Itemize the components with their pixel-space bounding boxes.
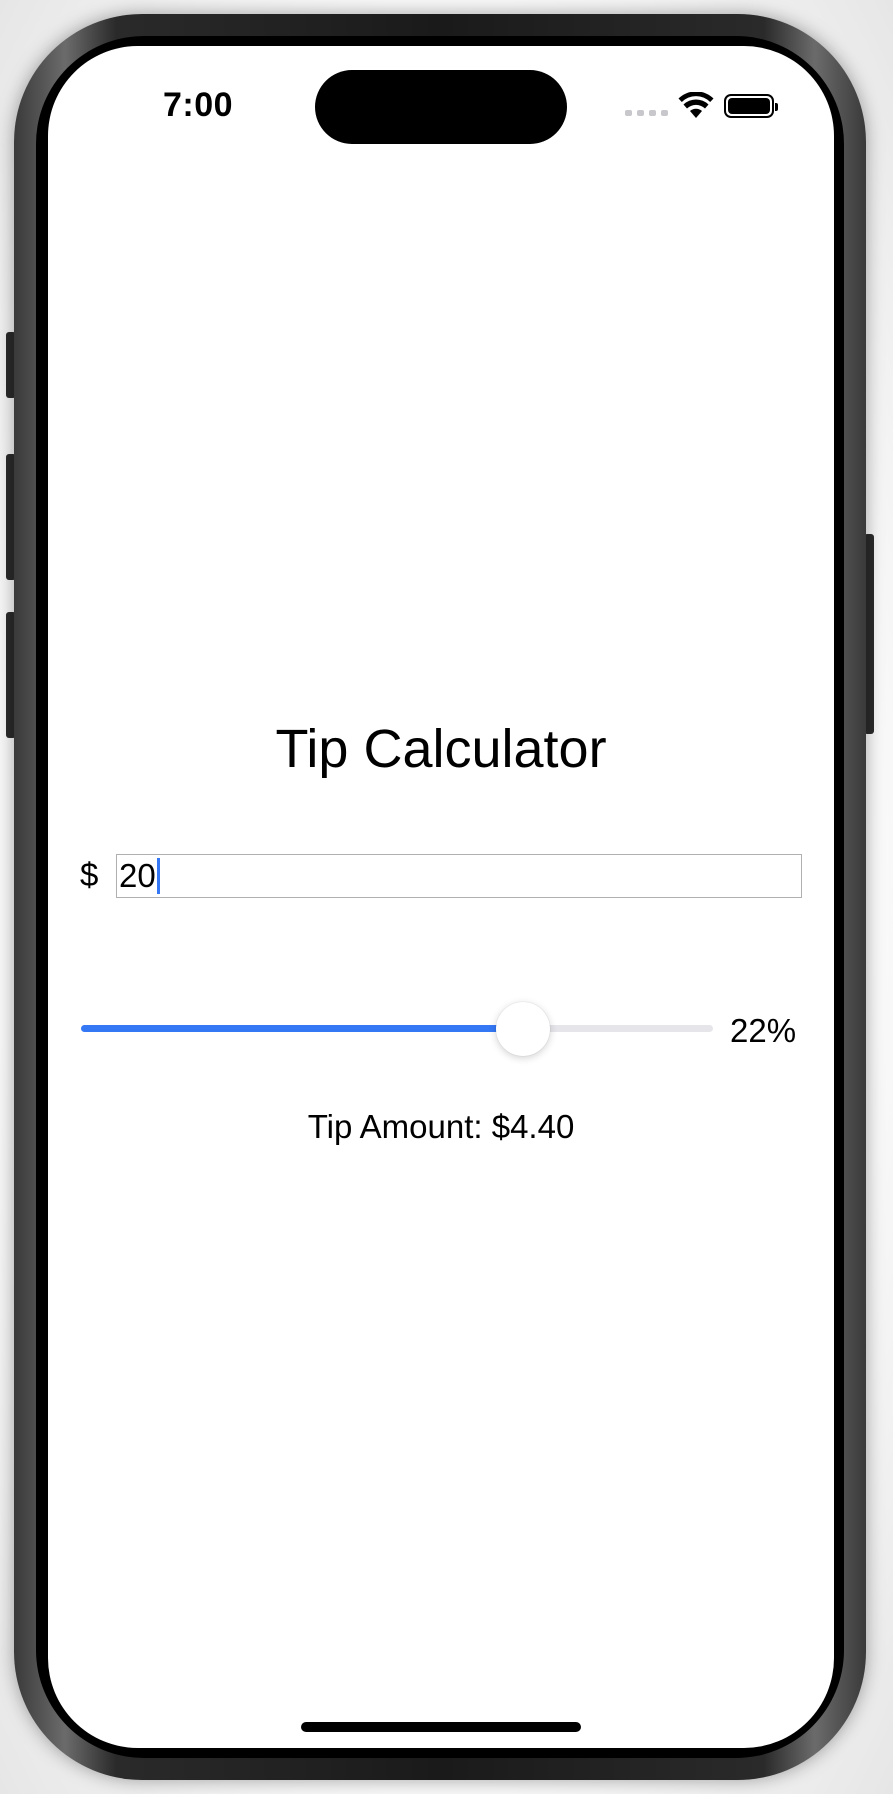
dynamic-island [315, 70, 567, 144]
device-stage: 7:00 Tip Calculator $ 20 22% Tip Amount:… [0, 0, 893, 1794]
signal-icon [625, 110, 668, 116]
status-icons [625, 92, 778, 120]
currency-symbol: $ [80, 856, 99, 893]
text-caret [156, 858, 160, 894]
slider-fill [81, 1025, 524, 1032]
status-time: 7:00 [162, 86, 234, 124]
tip-percent-slider[interactable] [81, 1000, 713, 1056]
tip-percent-label: 22% [730, 1012, 797, 1049]
bill-amount-input[interactable]: 20 [116, 854, 802, 898]
slider-thumb[interactable] [496, 1002, 551, 1056]
bill-amount-value: 20 [119, 857, 156, 894]
home-indicator[interactable] [301, 1722, 581, 1732]
phone-screen: 7:00 Tip Calculator $ 20 22% Tip Amount:… [48, 46, 834, 1748]
page-title: Tip Calculator [275, 719, 607, 779]
battery-icon [724, 94, 778, 118]
wifi-icon [678, 92, 714, 118]
tip-amount-label: Tip Amount: $4.40 [307, 1108, 575, 1145]
